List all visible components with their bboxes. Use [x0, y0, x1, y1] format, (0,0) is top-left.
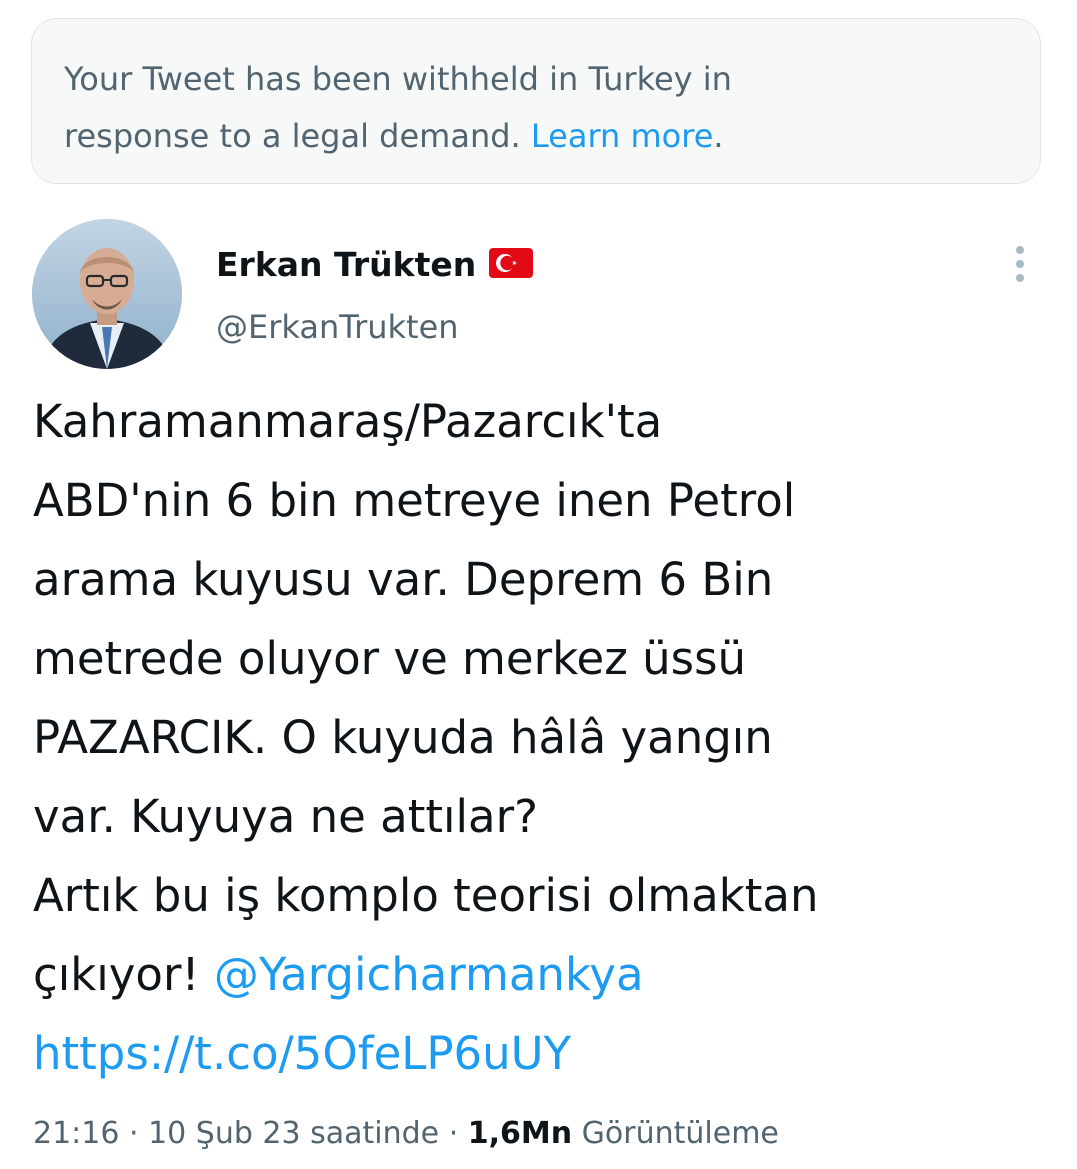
turkey-flag-icon [488, 243, 534, 293]
tweet-line-text: çıkıyor! [33, 948, 214, 1001]
tweet-line: Kahramanmaraş/Pazarcık'ta [33, 395, 663, 448]
notice-text: response to a legal demand. [64, 117, 531, 155]
tweet-line: metrede oluyor ve merkez üssü [33, 632, 747, 685]
views-label: Görüntüleme [572, 1116, 779, 1151]
tweet-url-link[interactable]: https://t.co/5OfeLP6uUY [33, 1027, 571, 1080]
tweet-metadata: 21:16 · 10 Şub 23 saatinde · 1,6Mn Görün… [33, 1110, 779, 1158]
author-name-row[interactable]: Erkan Trükten [216, 240, 534, 293]
tweet-time[interactable]: 21:16 [33, 1116, 119, 1151]
tweet-line: ABD'nin 6 bin metreye inen Petrol [33, 474, 796, 527]
tweet-line: PAZARCIK. O kuyuda hâlâ yangın [33, 711, 773, 764]
notice-line-1: Your Tweet has been withheld in Turkey i… [64, 60, 732, 98]
profile-photo-icon [32, 219, 182, 369]
learn-more-link[interactable]: Learn more [531, 117, 714, 155]
views-count[interactable]: 1,6Mn [468, 1116, 572, 1151]
tweet-line-with-mention: çıkıyor! @Yargicharmankya [33, 935, 1053, 1014]
avatar[interactable] [32, 219, 182, 369]
vertical-ellipsis-icon [1016, 246, 1024, 282]
notice-line-2: response to a legal demand. Learn more. [64, 108, 1008, 165]
tweet-line: arama kuyusu var. Deprem 6 Bin [33, 553, 774, 606]
author-display-name[interactable]: Erkan Trükten [216, 245, 476, 284]
notice-period: . [713, 117, 724, 155]
tweet-line-with-url: https://t.co/5OfeLP6uUY [33, 1014, 1053, 1093]
tweet-line: var. Kuyuya ne attılar? [33, 790, 538, 843]
mention-link[interactable]: @Yargicharmankya [214, 948, 644, 1001]
tweet-text: Kahramanmaraş/Pazarcık'ta ABD'nin 6 bin … [33, 382, 1053, 1093]
meta-separator: · [119, 1116, 149, 1151]
tweet-date[interactable]: 10 Şub 23 saatinde [148, 1116, 439, 1151]
meta-separator: · [439, 1116, 468, 1151]
tweet-line: Artık bu iş komplo teorisi olmaktan [33, 869, 819, 922]
more-options-button[interactable] [1000, 240, 1040, 290]
withheld-notice: Your Tweet has been withheld in Turkey i… [31, 18, 1041, 184]
author-handle[interactable]: @ErkanTrukten [216, 302, 459, 352]
